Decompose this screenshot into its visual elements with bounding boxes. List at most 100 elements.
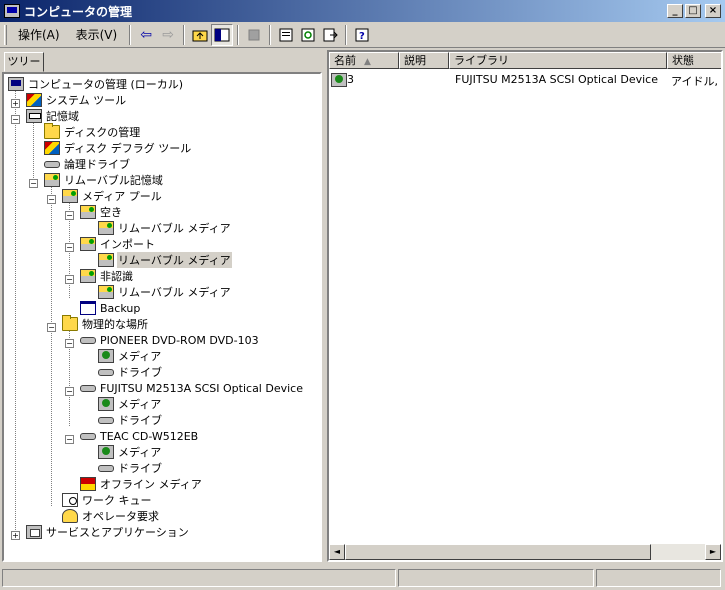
tree-item[interactable]: メディア [98,348,162,364]
scroll-left-button[interactable]: ◄ [329,544,345,560]
help-icon[interactable]: ? [351,24,373,46]
drive-icon [98,416,114,424]
tree-item[interactable]: リムーバブル メディア [98,220,232,236]
tree-item-selected[interactable]: リムーバブル メディア [98,252,232,268]
list-pane[interactable]: 名前 ▲ 説明 ライブラリ 状態 3 FUJITSU M2513A SCSI Op… [327,50,723,562]
tree-item[interactable]: ドライブ [98,364,163,380]
tree-item[interactable]: サービスとアプリケーション [26,524,190,540]
menu-action[interactable]: 操作(A) [10,24,68,45]
toolbar: 操作(A) 表示(V) ⇦ ⇨ ? [0,22,725,48]
tree-item[interactable]: ドライブ [98,412,163,428]
expander-minus[interactable]: − [65,275,74,284]
tree-line [33,122,34,186]
toolbar-separator [345,24,348,45]
tree-item[interactable]: リムーバブル記憶域 [44,172,164,188]
media-icon [98,349,114,363]
folder-icon [62,315,78,331]
tree-item[interactable]: PIONEER DVD-ROM DVD-103 [80,332,260,348]
tree-item[interactable]: メディア [98,444,162,460]
tree-item[interactable]: コンピュータの管理 (ローカル) [8,76,184,92]
drive-icon [44,160,60,168]
tree-item[interactable]: ディスク デフラグ ツール [44,140,192,156]
expander-minus[interactable]: − [65,243,74,252]
tree-item[interactable]: 論理ドライブ [44,156,131,172]
menu-view[interactable]: 表示(V) [68,24,126,45]
show-tree-icon[interactable] [211,23,234,46]
properties-icon[interactable] [275,24,297,46]
column-header-name[interactable]: 名前 ▲ [329,52,399,69]
tree-tabstrip: ツリー [2,50,322,72]
expander-minus[interactable]: − [47,323,56,332]
list-item[interactable]: 3 FUJITSU M2513A SCSI Optical Device アイド… [329,72,721,88]
sort-ascending-icon: ▲ [364,57,371,67]
column-header-status[interactable]: 状態 [667,52,721,69]
scroll-thumb[interactable] [345,544,651,560]
expander-minus[interactable]: − [65,435,74,444]
tree-item[interactable]: TEAC CD-W512EB [80,428,199,444]
toolbar-grip[interactable] [4,24,7,45]
tree-line [15,90,16,538]
operator-request-icon [62,509,78,523]
maximize-button[interactable]: □ [685,4,701,18]
computer-management-icon [4,4,20,18]
expander-plus[interactable]: + [11,531,20,540]
tree-pane[interactable]: コンピュータの管理 (ローカル) + システム ツール − 記憶域 ディスクの管… [2,72,322,562]
computer-icon [8,77,24,91]
tree-item[interactable]: システム ツール [26,92,127,108]
toolbar-separator [183,24,186,45]
toolbar-separator [237,24,240,45]
forward-arrow-icon[interactable]: ⇨ [157,24,179,46]
tree-item[interactable]: Backup [80,300,141,316]
tree-item[interactable]: メディア プール [62,188,163,204]
drive-icon [80,432,96,440]
svg-text:?: ? [359,31,365,42]
tree-item[interactable]: ディスクの管理 [44,123,141,140]
tree-item[interactable]: オフライン メディア [80,476,203,492]
tree-item[interactable]: FUJITSU M2513A SCSI Optical Device [80,380,304,396]
horizontal-scrollbar[interactable]: ◄ ► [329,544,721,560]
drive-icon [98,368,114,376]
tree-item[interactable]: 非認識 [80,268,134,284]
export-icon[interactable] [319,24,341,46]
scroll-right-button[interactable]: ► [705,544,721,560]
folder-icon [44,123,60,139]
media-pool-icon [98,221,114,235]
tree-item[interactable]: オペレータ要求 [62,508,160,524]
expander-minus[interactable]: − [65,387,74,396]
tab-tree[interactable]: ツリー [4,52,44,72]
column-header-description[interactable]: 説明 [399,52,449,69]
tree-item[interactable]: ワーク キュー [62,492,153,508]
tree-item[interactable]: インポート [80,236,156,252]
status-panel [2,569,396,587]
expander-minus[interactable]: − [11,115,20,124]
window-icon [80,301,96,315]
up-folder-icon[interactable] [189,24,211,46]
delete-icon[interactable] [243,24,265,46]
column-header-library[interactable]: ライブラリ [449,52,667,69]
drive-icon [98,464,114,472]
tree-item[interactable]: メディア [98,396,162,412]
refresh-icon[interactable] [297,24,319,46]
media-pool-icon [80,237,96,251]
status-bar [0,566,725,590]
tree-item[interactable]: ドライブ [98,460,163,476]
storage-icon [26,109,42,123]
tree-item[interactable]: リムーバブル メディア [98,284,232,300]
minimize-button[interactable]: _ [667,4,683,18]
tree-item[interactable]: 空き [80,204,123,220]
back-arrow-icon[interactable]: ⇦ [135,24,157,46]
expander-plus[interactable]: + [11,99,20,108]
expander-minus[interactable]: − [65,339,74,348]
status-panel [398,569,594,587]
toolbar-separator [129,24,132,45]
status-panel [596,569,721,587]
title-bar: コンピュータの管理 _ □ × [0,0,725,22]
tree-item[interactable]: 記憶域 [26,108,80,124]
removable-storage-icon [44,173,60,187]
tree-item[interactable]: 物理的な場所 [62,315,149,332]
services-icon [26,525,42,539]
expander-minus[interactable]: − [65,211,74,220]
close-button[interactable]: × [705,4,721,18]
expander-minus[interactable]: − [47,195,56,204]
expander-minus[interactable]: − [29,179,38,188]
